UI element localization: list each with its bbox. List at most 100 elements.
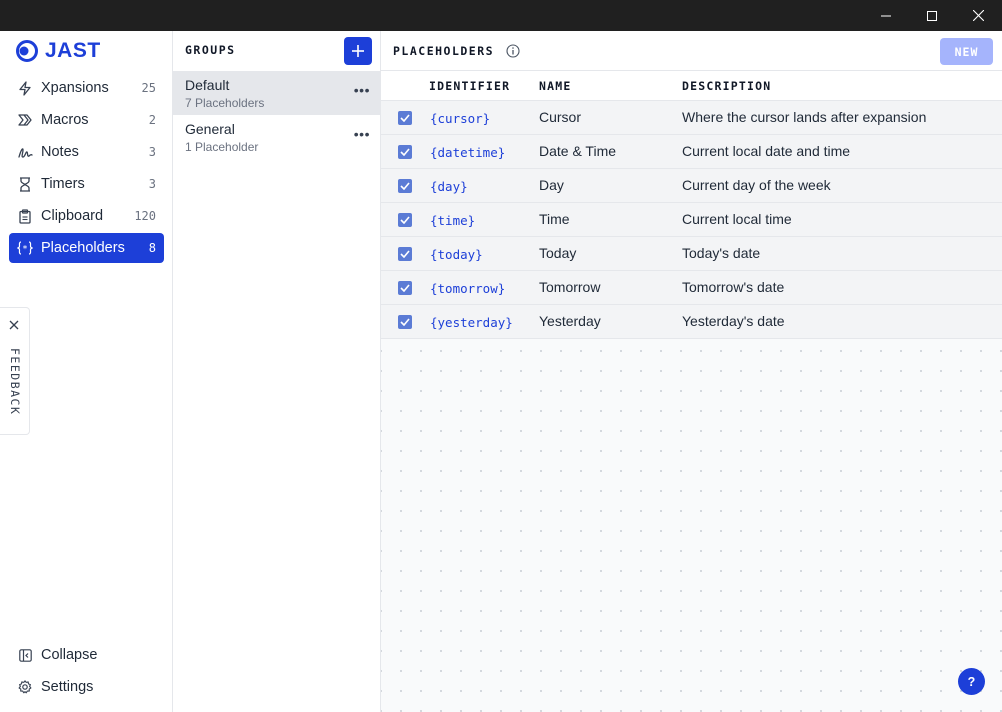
row-description: Tomorrow's date: [682, 279, 785, 295]
groups-header: GROUPS: [185, 43, 236, 57]
sidebar-item-notes[interactable]: Notes 3: [9, 137, 164, 167]
settings-button[interactable]: Settings: [9, 672, 164, 702]
sidebar-item-count: 8: [148, 241, 156, 255]
sidebar-item-count: 3: [148, 177, 156, 191]
sidebar-item-label: Clipboard: [41, 208, 104, 224]
moon-logo-icon: [16, 40, 38, 62]
row-checkbox[interactable]: [398, 179, 412, 193]
sidebar-item-label: Notes: [41, 144, 79, 160]
row-name: Yesterday: [539, 313, 601, 329]
scribble-icon: [17, 144, 33, 160]
main-header: PLACEHOLDERS NEW: [381, 31, 1002, 71]
collapse-button[interactable]: Collapse: [9, 640, 164, 670]
feedback-label: FEEDBACK: [8, 348, 22, 416]
page-title: PLACEHOLDERS: [393, 44, 495, 58]
minimize-icon: [881, 15, 891, 16]
check-icon: [400, 284, 410, 292]
row-checkbox[interactable]: [398, 111, 412, 125]
sidebar-item-xpansions[interactable]: Xpansions 25: [9, 73, 164, 103]
app-logo-text: JAST: [45, 39, 101, 62]
table-row[interactable]: {yesterday} Yesterday Yesterday's date: [381, 305, 1002, 339]
row-identifier: {yesterday}: [430, 315, 513, 330]
row-name: Day: [539, 177, 564, 193]
table-row[interactable]: {time} Time Current local time: [381, 203, 1002, 237]
column-header-name[interactable]: NAME: [539, 79, 572, 93]
row-checkbox[interactable]: [398, 247, 412, 261]
group-item-default[interactable]: Default 7 Placeholders •••: [173, 71, 380, 115]
column-header-identifier[interactable]: IDENTIFIER: [429, 79, 510, 93]
maximize-button[interactable]: [909, 0, 955, 31]
row-description: Today's date: [682, 245, 761, 261]
row-checkbox[interactable]: [398, 315, 412, 329]
clipboard-icon: [17, 208, 33, 224]
collapse-label: Collapse: [41, 647, 98, 663]
sidebar-item-label: Timers: [41, 176, 85, 192]
lightning-icon: [17, 80, 33, 96]
help-button[interactable]: ?: [958, 668, 985, 695]
more-options-icon[interactable]: •••: [354, 127, 370, 141]
row-checkbox[interactable]: [398, 145, 412, 159]
row-description: Current local time: [682, 211, 792, 227]
row-name: Time: [539, 211, 570, 227]
row-checkbox[interactable]: [398, 281, 412, 295]
row-name: Tomorrow: [539, 279, 601, 295]
sidebar-item-placeholders[interactable]: * Placeholders 8: [9, 233, 164, 263]
check-icon: [400, 216, 410, 224]
row-name: Today: [539, 245, 577, 261]
close-icon: [972, 10, 984, 21]
check-icon: [400, 182, 410, 190]
check-icon: [400, 148, 410, 156]
row-identifier: {datetime}: [430, 145, 506, 160]
sidebar-nav: Xpansions 25 Macros 2 Notes 3 Timers 3 C…: [9, 73, 164, 265]
plus-icon: [352, 45, 364, 57]
row-description: Current local date and time: [682, 143, 851, 159]
row-identifier: {day}: [430, 179, 468, 194]
sidebar-item-timers[interactable]: Timers 3: [9, 169, 164, 199]
hourglass-icon: [17, 176, 33, 192]
sidebar-item-count: 25: [141, 81, 156, 95]
row-checkbox[interactable]: [398, 213, 412, 227]
row-identifier: {today}: [430, 247, 483, 262]
add-group-button[interactable]: [344, 37, 372, 65]
row-identifier: {cursor}: [430, 111, 491, 126]
table-row[interactable]: {datetime} Date & Time Current local dat…: [381, 135, 1002, 169]
table-header: IDENTIFIER NAME DESCRIPTION: [381, 71, 1002, 101]
group-name: Default: [185, 77, 230, 93]
check-icon: [400, 318, 410, 326]
table-row[interactable]: {tomorrow} Tomorrow Tomorrow's date: [381, 271, 1002, 305]
row-name: Date & Time: [539, 143, 617, 159]
settings-label: Settings: [41, 679, 94, 695]
svg-text:*: *: [23, 245, 28, 255]
sidebar-item-label: Macros: [41, 112, 89, 128]
table-row[interactable]: {day} Day Current day of the week: [381, 169, 1002, 203]
more-options-icon[interactable]: •••: [354, 83, 370, 97]
group-item-general[interactable]: General 1 Placeholder •••: [173, 115, 380, 159]
row-name: Cursor: [539, 109, 582, 125]
group-name: General: [185, 121, 235, 137]
sidebar-item-label: Placeholders: [41, 240, 125, 256]
table-row[interactable]: {today} Today Today's date: [381, 237, 1002, 271]
new-placeholder-button[interactable]: NEW: [940, 38, 993, 65]
info-icon[interactable]: [506, 44, 520, 58]
row-description: Yesterday's date: [682, 313, 785, 329]
chevrons-right-icon: [17, 112, 33, 128]
sidebar-item-count: 2: [148, 113, 156, 127]
column-header-description[interactable]: DESCRIPTION: [682, 79, 771, 93]
braces-asterisk-icon: *: [17, 240, 33, 256]
check-icon: [400, 250, 410, 258]
window-titlebar: [0, 0, 1002, 31]
row-identifier: {time}: [430, 213, 476, 228]
sidebar-item-macros[interactable]: Macros 2: [9, 105, 164, 135]
sidebar-item-count: 120: [134, 209, 156, 223]
sidebar-bottom-nav: Collapse Settings: [9, 640, 164, 704]
row-description: Where the cursor lands after expansion: [682, 109, 927, 125]
minimize-button[interactable]: [863, 0, 909, 31]
sidebar-item-label: Xpansions: [41, 80, 109, 96]
check-icon: [400, 114, 410, 122]
gear-icon: [17, 679, 33, 695]
close-button[interactable]: [955, 0, 1001, 31]
sidebar-item-clipboard[interactable]: Clipboard 120: [9, 201, 164, 231]
feedback-tab[interactable]: FEEDBACK: [0, 307, 30, 435]
feedback-close-icon[interactable]: [9, 320, 19, 330]
table-row[interactable]: {cursor} Cursor Where the cursor lands a…: [381, 101, 1002, 135]
